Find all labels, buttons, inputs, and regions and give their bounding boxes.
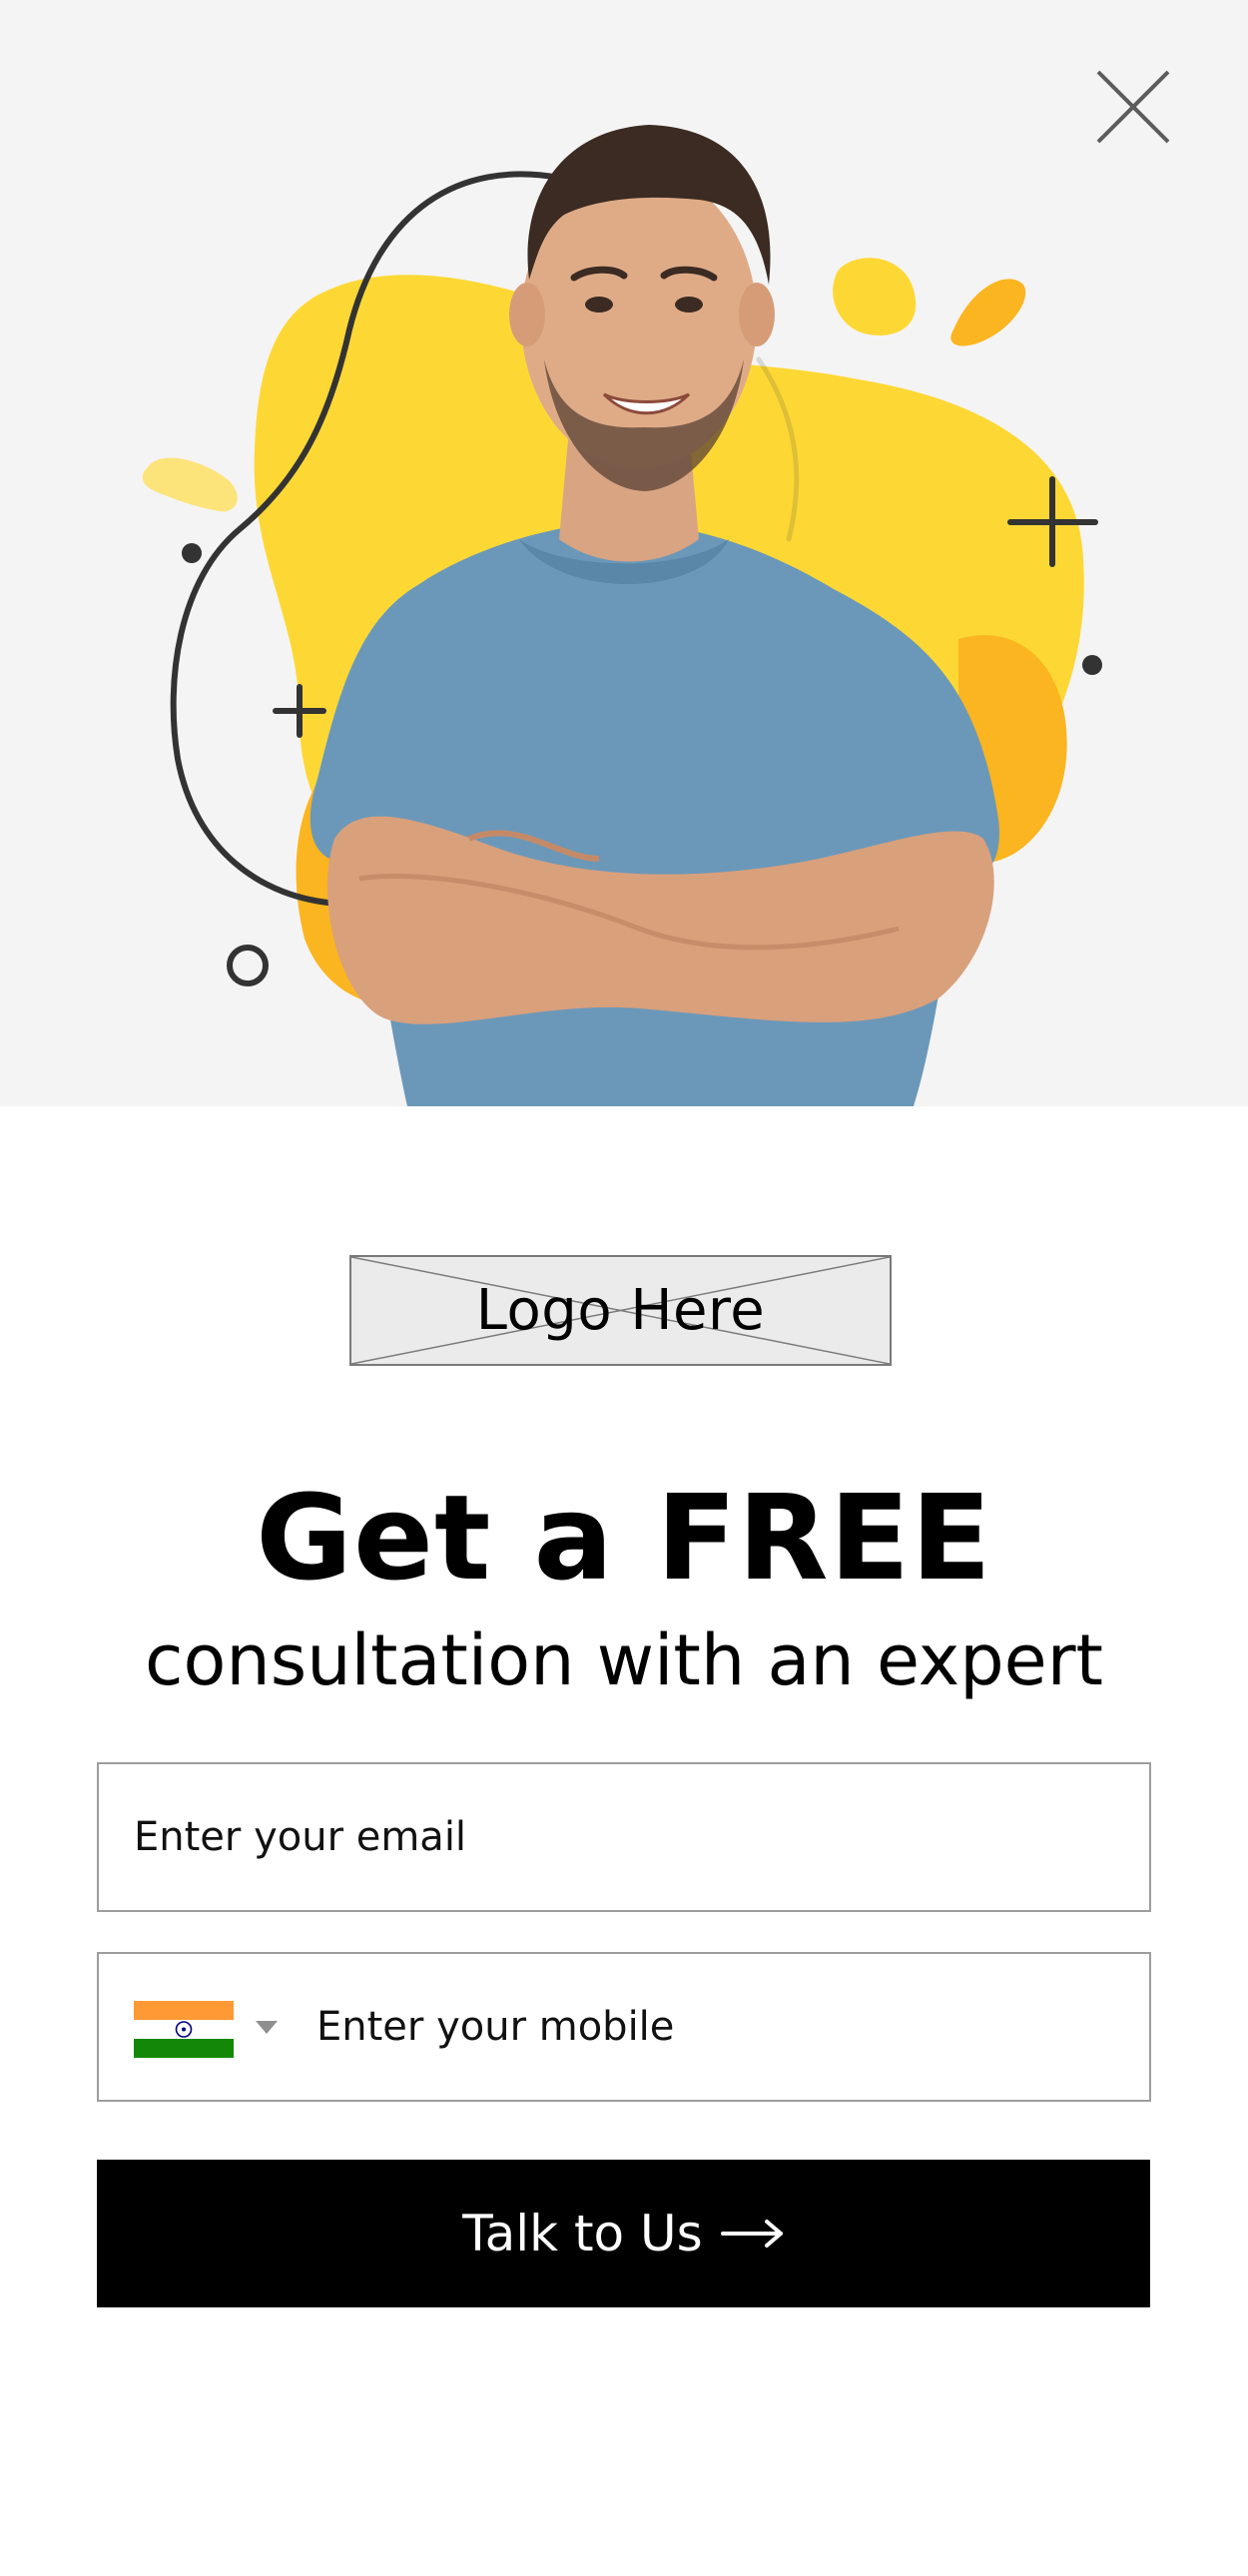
arrow-right-icon [720, 2219, 785, 2249]
ring-decoration [227, 945, 269, 986]
small-amber-blob [950, 279, 1026, 346]
email-field [97, 1762, 1151, 1912]
headline-subtitle: consultation with an expert [145, 1619, 1103, 1701]
talk-to-us-label: Talk to Us [462, 2205, 703, 2262]
hero-banner [0, 0, 1248, 1106]
email-input[interactable] [134, 1764, 1112, 1910]
small-yellow-blob [833, 258, 917, 335]
dot-decoration [182, 543, 202, 563]
light-yellow-blob [142, 457, 238, 512]
close-button[interactable] [1088, 62, 1178, 152]
country-code-select[interactable] [134, 1999, 284, 2059]
headline-title: Get a FREE [256, 1469, 992, 1607]
caret-down-icon [256, 2021, 278, 2034]
mobile-input[interactable] [316, 1954, 1115, 2100]
logo-placeholder: Logo Here [349, 1255, 892, 1366]
mobile-field [97, 1952, 1151, 2102]
consultation-popup: Logo Here Get a FREE consultation with a… [0, 0, 1248, 2576]
dot-decoration [1082, 655, 1102, 675]
india-flag-icon [134, 2001, 234, 2058]
close-icon [1096, 70, 1170, 144]
logo-text: Logo Here [475, 1278, 766, 1343]
hero-illustration [142, 125, 1102, 1106]
talk-to-us-button[interactable]: Talk to Us [97, 2160, 1150, 2307]
